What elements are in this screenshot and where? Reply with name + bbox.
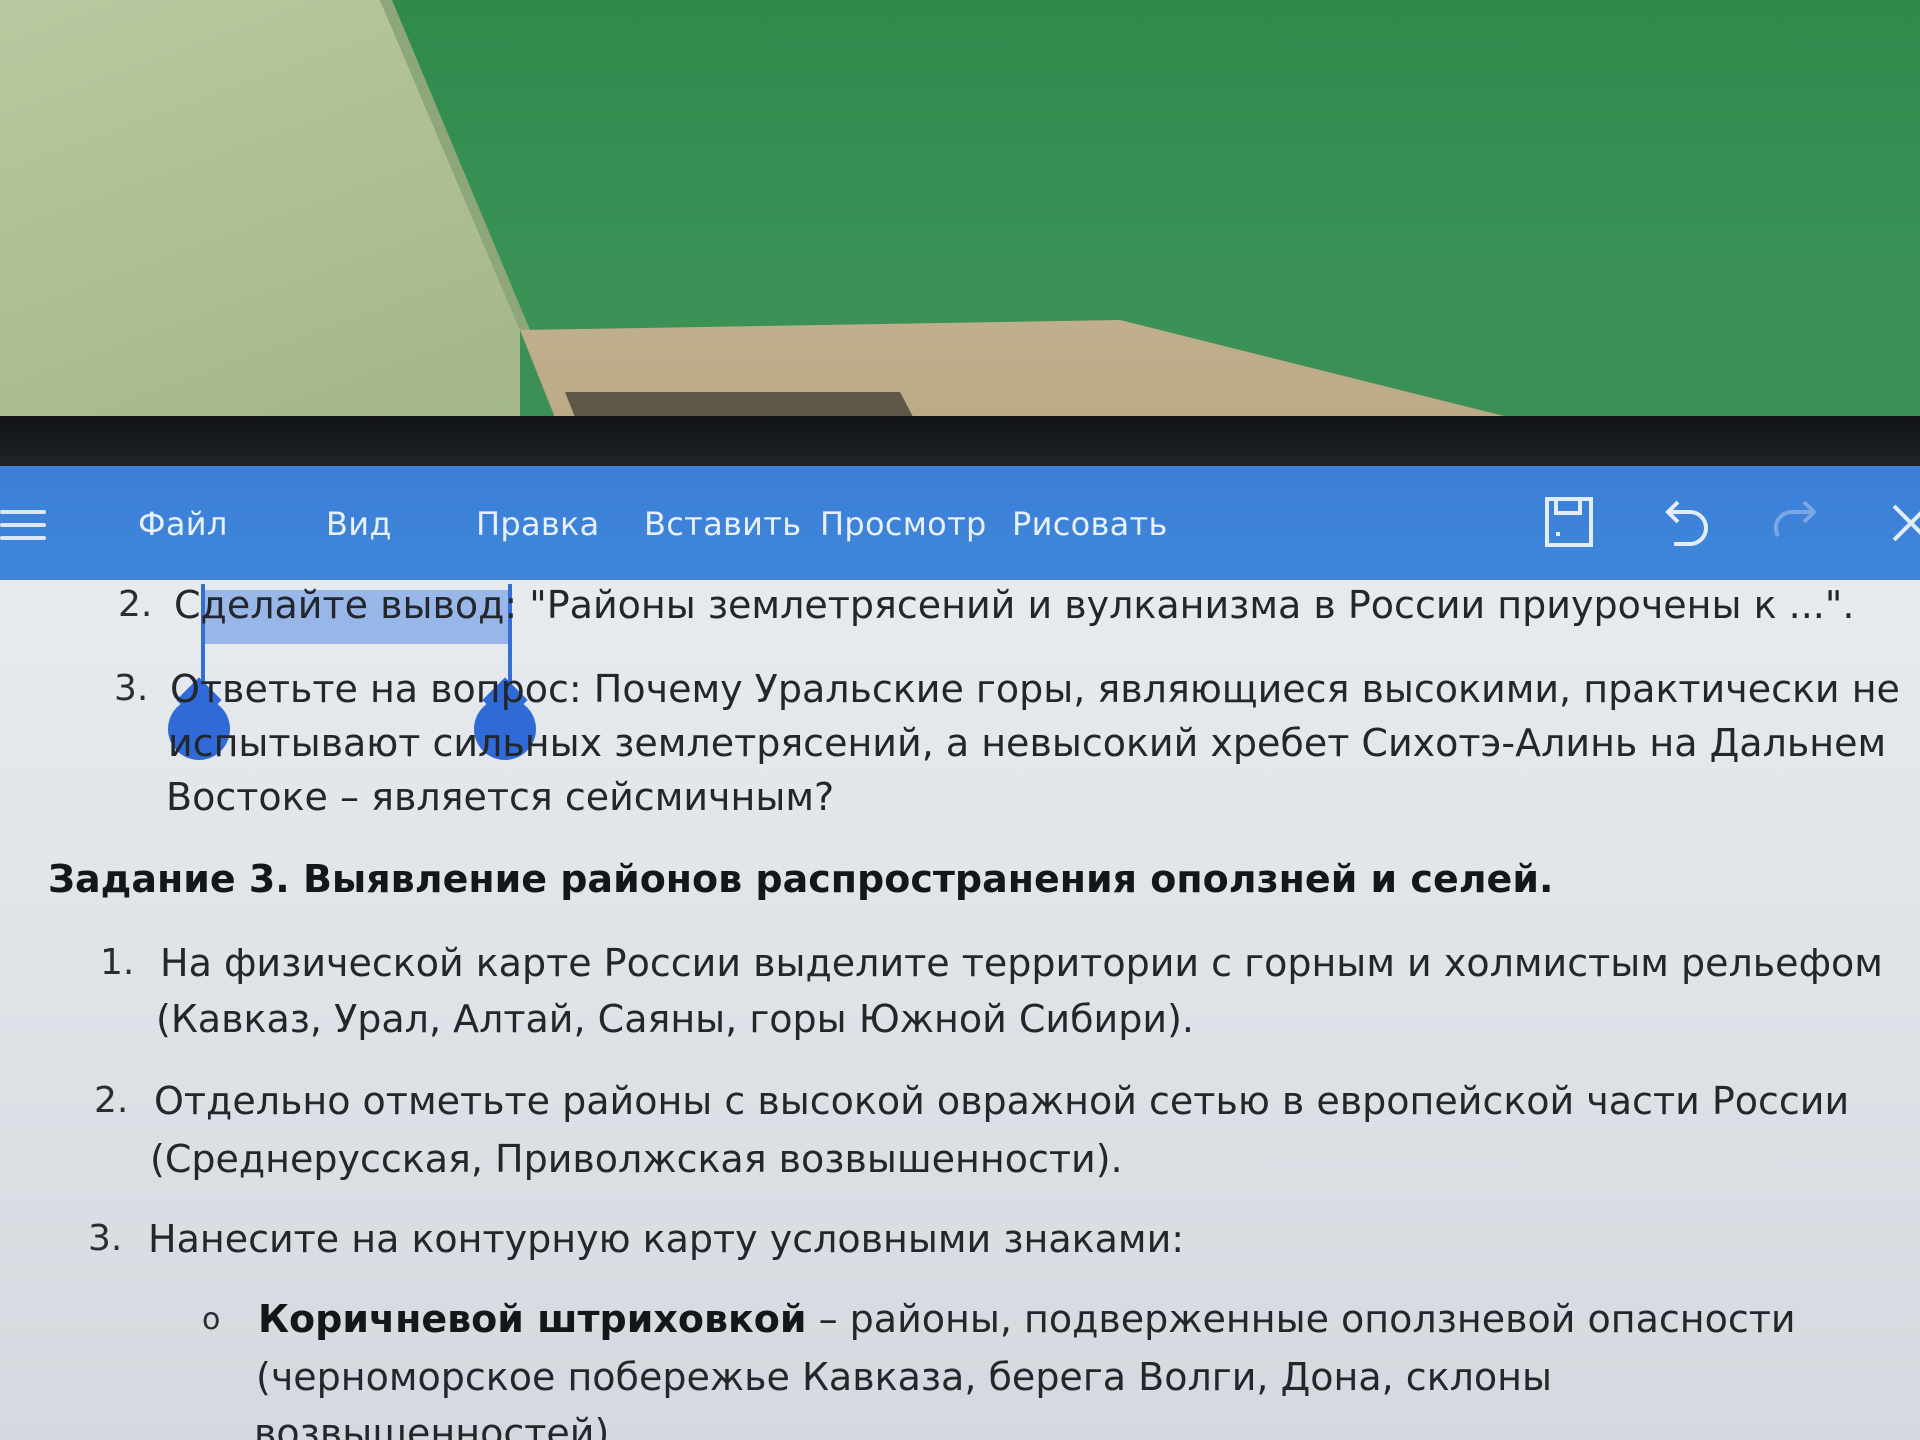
list-number: 2. bbox=[118, 584, 153, 625]
list-item-line: (Среднерусская, Приволжская возвышенност… bbox=[150, 1137, 1123, 1181]
bullet-rest-text: – районы, подверженные оползневой опасно… bbox=[806, 1297, 1796, 1341]
list-item-line: На физической карте России выделите терр… bbox=[160, 941, 1883, 985]
menu-file[interactable]: Файл bbox=[138, 504, 228, 544]
list-number: 3. bbox=[88, 1218, 123, 1259]
section-heading: Задание 3. Выявление районов распростран… bbox=[48, 857, 1554, 901]
list-number: 2. bbox=[94, 1080, 129, 1121]
selected-text: делайте вывод: " bbox=[200, 583, 547, 627]
menu-icon[interactable] bbox=[0, 510, 46, 544]
close-icon[interactable] bbox=[1888, 496, 1920, 550]
menu-view[interactable]: Вид bbox=[326, 504, 392, 544]
list-number: 1. bbox=[100, 942, 135, 983]
bullet-marker: o bbox=[202, 1302, 221, 1337]
menu-review[interactable]: Просмотр bbox=[820, 504, 987, 544]
list-item-line: Нанесите на контурную карту условными зн… bbox=[148, 1217, 1185, 1261]
text-after-selection: Районы землетрясений и вулканизма в Росс… bbox=[546, 583, 1855, 627]
list-item-line: Отдельно отметьте районы с высокой овраж… bbox=[154, 1079, 1850, 1123]
undo-icon[interactable] bbox=[1656, 496, 1712, 550]
list-number: 3. bbox=[114, 668, 149, 709]
bullet-bold-text: Коричневой штриховкой bbox=[258, 1297, 807, 1341]
list-item-line: Востоке – является сейсмичным? bbox=[166, 775, 835, 819]
list-item-line: Ответьте на вопрос: Почему Уральские гор… bbox=[170, 667, 1900, 711]
bullet-line: Коричневой штриховкой – районы, подверже… bbox=[258, 1296, 1796, 1342]
menu-insert[interactable]: Вставить bbox=[644, 504, 801, 544]
app-window: Файл Вид Правка Вставить Просмотр Рисова… bbox=[0, 466, 1920, 1440]
menu-edit[interactable]: Правка bbox=[476, 504, 600, 544]
text-before-selection: С bbox=[174, 583, 201, 627]
redo-icon[interactable] bbox=[1770, 496, 1826, 550]
bullet-line: (черноморское побережье Кавказа, берега … bbox=[256, 1355, 1553, 1399]
save-icon[interactable] bbox=[1544, 496, 1594, 548]
menu-draw[interactable]: Рисовать bbox=[1012, 504, 1168, 544]
list-item-line: испытывают сильных землетрясений, а невы… bbox=[168, 721, 1887, 765]
toolbar: Файл Вид Правка Вставить Просмотр Рисова… bbox=[0, 466, 1920, 580]
list-item-text: Сделайте вывод: "Районы землетрясений и … bbox=[174, 582, 1854, 628]
bullet-line: возвышенностей). bbox=[254, 1411, 622, 1440]
list-item-line: (Кавказ, Урал, Алтай, Саяны, горы Южной … bbox=[156, 997, 1194, 1041]
